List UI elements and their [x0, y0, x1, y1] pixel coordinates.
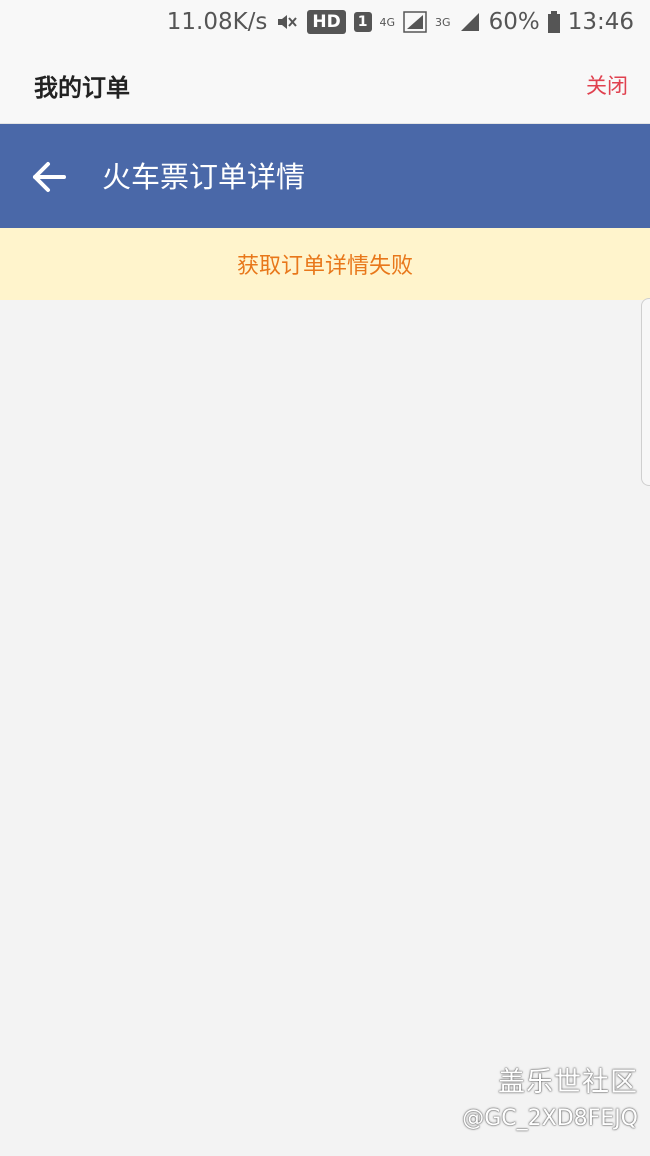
error-banner: 获取订单详情失败: [0, 228, 650, 300]
hd-badge: HD: [307, 10, 346, 34]
watermark-community: 盖乐世社区: [498, 1067, 638, 1098]
edge-panel-handle[interactable]: [641, 298, 650, 486]
network-speed: 11.08K/s: [166, 9, 268, 35]
network-4g-label: 4G: [379, 15, 396, 29]
battery-icon: [547, 11, 560, 33]
arrow-left-icon: [33, 162, 66, 192]
signal-icon: [403, 11, 427, 33]
nav-header: 火车票订单详情: [0, 124, 650, 228]
battery-percent: 60%: [488, 9, 540, 35]
watermark: 盖乐世社区 @GC_2XD8FEJQ: [462, 1064, 638, 1136]
header-title: 火车票订单详情: [102, 160, 306, 194]
close-button[interactable]: 关闭: [586, 70, 628, 100]
clock: 13:46: [567, 9, 634, 35]
sim-badge: 1: [353, 12, 372, 32]
signal-icon: [459, 11, 481, 33]
page-title: 我的订单: [34, 74, 130, 102]
error-message: 获取订单详情失败: [236, 254, 413, 279]
screen: 11.08K/s HD 1 4G 3G 60% 13:46 我的订单 关闭 火车…: [0, 0, 650, 1156]
mute-icon: [275, 10, 299, 34]
status-bar: 11.08K/s HD 1 4G 3G 60% 13:46: [0, 0, 650, 44]
app-title-bar: 我的订单 关闭: [0, 44, 650, 124]
back-button[interactable]: [24, 154, 74, 200]
network-3g-label: 3G: [435, 15, 451, 29]
watermark-user-id: @GC_2XD8FEJQ: [462, 1106, 638, 1131]
